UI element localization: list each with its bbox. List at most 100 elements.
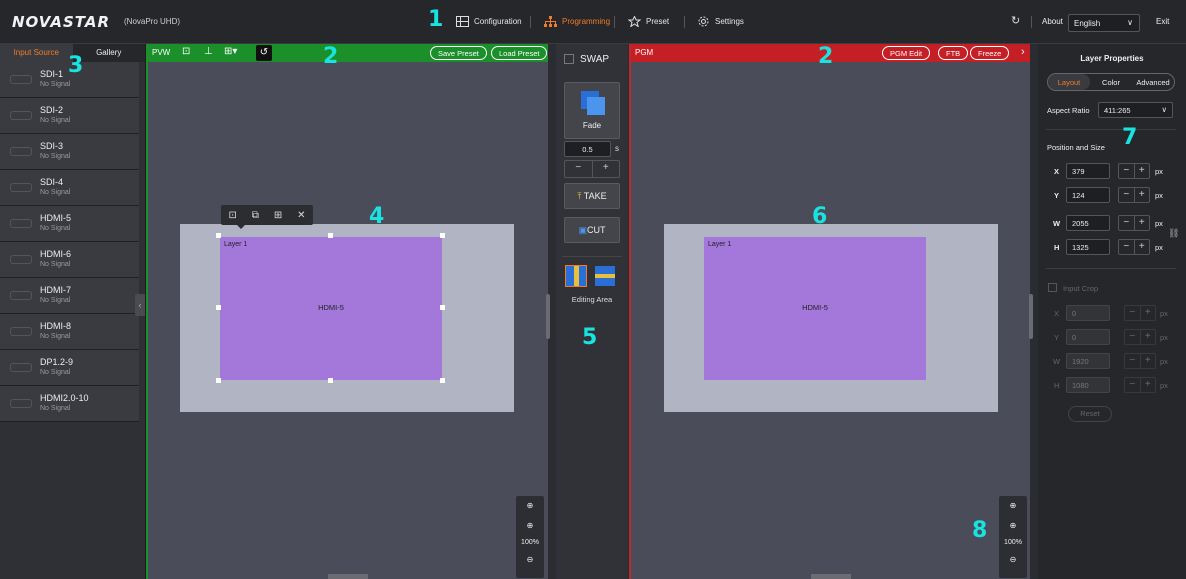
plus-icon[interactable]: + (1135, 164, 1150, 178)
resize-handle[interactable] (440, 233, 445, 238)
h-input[interactable]: 1325 (1066, 239, 1110, 255)
plus-icon[interactable]: + (1141, 330, 1156, 344)
source-item[interactable]: SDI-3 No Signal (0, 134, 139, 170)
crop-x-stepper[interactable]: − + (1124, 305, 1156, 321)
minus-icon[interactable]: − (1125, 378, 1141, 392)
nav-settings[interactable]: Settings (697, 16, 744, 27)
crop-y-input[interactable]: 0 (1066, 329, 1110, 345)
plus-icon[interactable]: + (1141, 306, 1156, 320)
nav-programming[interactable]: Programming (544, 16, 610, 27)
duration-input[interactable]: 0.5 (564, 141, 611, 157)
exit-link[interactable]: Exit (1156, 17, 1169, 26)
pgm-layer[interactable]: Layer 1 HDMI-5 (704, 237, 926, 380)
source-item[interactable]: HDMI2.0-10 No Signal (0, 386, 139, 422)
plus-icon[interactable]: + (1135, 216, 1150, 230)
swap-checkbox[interactable] (564, 54, 574, 64)
plus-icon[interactable]: + (593, 161, 620, 177)
save-preset-button[interactable]: Save Preset (430, 46, 487, 60)
load-preset-button[interactable]: Load Preset (491, 46, 548, 60)
plus-icon[interactable]: + (1141, 354, 1156, 368)
ftb-button[interactable]: FTB (938, 46, 969, 60)
w-stepper[interactable]: − + (1118, 215, 1150, 231)
pgm-vscroll[interactable] (1029, 294, 1033, 339)
zoom-out-icon[interactable]: ⊖ (999, 550, 1027, 570)
refresh-icon[interactable]: ↻ (1011, 14, 1020, 27)
cut-button[interactable]: ▣CUT (564, 217, 620, 243)
fit-screen-icon[interactable]: ⊞▾ (224, 46, 237, 57)
about-link[interactable]: About (1042, 17, 1063, 26)
zoom-in-icon[interactable]: ⊕ (516, 516, 544, 536)
pvw-vscroll[interactable] (546, 294, 550, 339)
h-stepper[interactable]: − + (1118, 239, 1150, 255)
source-item[interactable]: DP1.2-9 No Signal (0, 350, 139, 386)
language-select[interactable]: English ∨ (1068, 14, 1140, 32)
zoom-out-icon[interactable]: ⊖ (516, 550, 544, 570)
crop-h-input[interactable]: 1080 (1066, 377, 1110, 393)
editing-area-horizontal-icon[interactable] (565, 265, 587, 287)
editing-area-vertical-icon[interactable] (595, 266, 615, 286)
close-icon[interactable]: ✕ (297, 210, 305, 221)
minus-icon[interactable]: − (1125, 330, 1141, 344)
resize-handle[interactable] (440, 305, 445, 310)
fullscreen-icon[interactable]: ⊞ (274, 210, 282, 221)
plus-icon[interactable]: + (1135, 188, 1150, 202)
freeze-button[interactable]: Freeze (970, 46, 1010, 60)
plus-icon[interactable]: + (1135, 240, 1150, 254)
x-stepper[interactable]: − + (1118, 163, 1150, 179)
nav-preset[interactable]: Preset (628, 16, 669, 27)
collapse-sidebar-icon[interactable]: ‹ (135, 294, 145, 316)
reset-button[interactable]: Reset (1068, 406, 1112, 422)
minus-icon[interactable]: − (1119, 240, 1135, 254)
resize-handle[interactable] (216, 233, 221, 238)
hierarchy-icon[interactable]: ⊥ (204, 46, 213, 57)
minus-icon[interactable]: − (1119, 216, 1135, 230)
source-item[interactable]: HDMI-6 No Signal (0, 242, 139, 278)
y-input[interactable]: 124 (1066, 187, 1110, 203)
locate-icon[interactable]: ⊕ (516, 496, 544, 516)
crop-w-input[interactable]: 1920 (1066, 353, 1110, 369)
fade-effect-button[interactable]: Fade (564, 82, 620, 139)
crop-x-input[interactable]: 0 (1066, 305, 1110, 321)
source-item[interactable]: SDI-2 No Signal (0, 98, 139, 134)
unlock-icon[interactable]: ⊡ (182, 46, 190, 57)
crop-h-stepper[interactable]: − + (1124, 377, 1156, 393)
source-item[interactable]: HDMI-7 No Signal (0, 278, 139, 314)
resize-handle[interactable] (216, 305, 221, 310)
tab-layout[interactable]: Layout (1048, 74, 1090, 90)
resize-handle[interactable] (440, 378, 445, 383)
source-item[interactable]: SDI-4 No Signal (0, 170, 139, 206)
minus-icon[interactable]: − (1125, 354, 1141, 368)
y-stepper[interactable]: − + (1118, 187, 1150, 203)
minus-icon[interactable]: − (1125, 306, 1141, 320)
x-input[interactable]: 379 (1066, 163, 1110, 179)
minus-icon[interactable]: − (1119, 164, 1135, 178)
pvw-layer[interactable]: Layer 1 HDMI-5 (220, 237, 442, 380)
aspect-ratio-select[interactable]: 411:265 ∨ (1098, 102, 1173, 118)
minus-icon[interactable]: − (565, 161, 593, 177)
chevron-right-icon[interactable]: › (1021, 46, 1025, 58)
zoom-in-icon[interactable]: ⊕ (999, 516, 1027, 536)
tab-color[interactable]: Color (1090, 74, 1132, 90)
nav-configuration[interactable]: Configuration (456, 16, 522, 27)
resize-handle[interactable] (328, 233, 333, 238)
plus-icon[interactable]: + (1141, 378, 1156, 392)
take-button[interactable]: ⤒ TAKE (564, 183, 620, 209)
tab-gallery[interactable]: Gallery (73, 44, 146, 62)
link-icon[interactable]: ⛓ (1168, 228, 1179, 239)
locate-icon[interactable]: ⊕ (999, 496, 1027, 516)
source-item[interactable]: HDMI-8 No Signal (0, 314, 139, 350)
tab-input-source[interactable]: Input Source (0, 44, 73, 62)
unlock-icon[interactable]: ⊡ (228, 210, 236, 221)
tab-advanced[interactable]: Advanced (1132, 74, 1174, 90)
input-crop-checkbox[interactable] (1048, 283, 1057, 292)
snap-icon[interactable]: ↺ (256, 45, 272, 61)
resize-handle[interactable] (216, 378, 221, 383)
pgm-edit-button[interactable]: PGM Edit (882, 46, 931, 60)
pvw-hscroll[interactable] (328, 574, 368, 579)
minus-icon[interactable]: − (1119, 188, 1135, 202)
pgm-hscroll[interactable] (811, 574, 851, 579)
crop-y-stepper[interactable]: − + (1124, 329, 1156, 345)
duration-stepper[interactable]: − + (564, 160, 620, 178)
resize-handle[interactable] (328, 378, 333, 383)
w-input[interactable]: 2055 (1066, 215, 1110, 231)
